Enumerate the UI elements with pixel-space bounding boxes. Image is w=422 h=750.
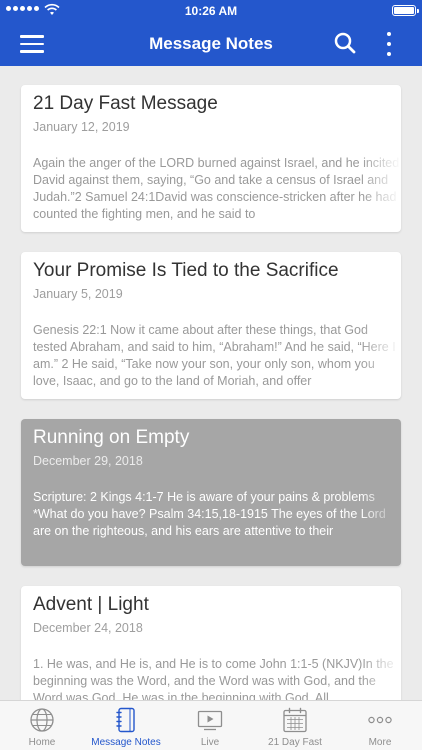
calendar-icon [283, 707, 307, 733]
message-title: Your Promise Is Tied to the Sacrifice [33, 260, 339, 281]
message-date: January 5, 2019 [33, 287, 123, 301]
message-card[interactable]: Advent | Light December 24, 2018 1. He w… [21, 586, 401, 700]
ellipsis-icon [368, 716, 392, 724]
battery-icon [392, 5, 419, 16]
message-title: 21 Day Fast Message [33, 93, 218, 114]
search-icon[interactable] [334, 32, 356, 54]
text-fade [361, 489, 401, 557]
tab-label: Home [28, 737, 56, 748]
message-card-selected[interactable]: Running on Empty December 29, 2018 Scrip… [21, 419, 401, 566]
tab-home[interactable]: Home [0, 701, 84, 750]
tab-message-notes[interactable]: Message Notes [84, 701, 168, 750]
message-date: December 29, 2018 [33, 454, 143, 468]
message-date: December 24, 2018 [33, 621, 143, 635]
message-excerpt: Again the anger of the LORD burned again… [33, 156, 400, 221]
text-fade [361, 155, 401, 223]
more-options-icon[interactable] [384, 32, 394, 56]
message-excerpt: Genesis 22:1 Now it came about after the… [33, 323, 396, 388]
notebook-icon [116, 707, 135, 733]
tab-label: More [368, 737, 392, 748]
text-fade [361, 322, 401, 390]
message-excerpt: 1. He was, and He is, and He is to come … [33, 657, 394, 700]
message-date: January 12, 2019 [33, 120, 130, 134]
tab-21-day-fast[interactable]: 21 Day Fast [252, 701, 338, 750]
message-title: Advent | Light [33, 594, 149, 615]
tab-label: Live [200, 737, 220, 748]
video-play-icon [197, 710, 223, 731]
message-card[interactable]: Your Promise Is Tied to the Sacrifice Ja… [21, 252, 401, 399]
tab-label: 21 Day Fast [268, 737, 322, 748]
text-fade [361, 656, 401, 700]
tab-label: Message Notes [91, 737, 161, 748]
message-card[interactable]: 21 Day Fast Message January 12, 2019 Aga… [21, 85, 401, 232]
message-notes-list: 21 Day Fast Message January 12, 2019 Aga… [0, 66, 422, 700]
globe-icon [30, 708, 54, 732]
page-title: Message Notes [149, 34, 273, 53]
message-title: Running on Empty [33, 427, 190, 448]
message-excerpt: Scripture: 2 Kings 4:1-7 He is aware of … [33, 490, 386, 538]
tab-more[interactable]: More [338, 701, 422, 750]
app-header: Message Notes [0, 20, 422, 66]
status-time: 10:26 AM [184, 4, 238, 18]
bottom-tab-bar: Home Message Notes Live 21 Day Fast More [0, 700, 422, 750]
tab-live[interactable]: Live [168, 701, 252, 750]
status-bar: 10:26 AM [0, 0, 422, 20]
